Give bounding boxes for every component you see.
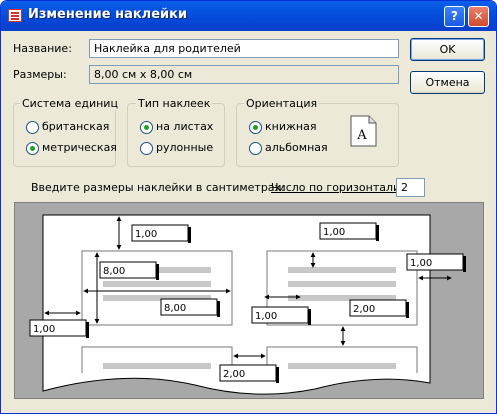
cancel-button[interactable]: Отмена — [410, 71, 485, 94]
svg-text:2,00: 2,00 — [353, 304, 375, 315]
radio-label: рулонные — [156, 141, 214, 154]
preview-diagram: 1,00 1,00 8,00 8,00 1,00 1,00 1,00 2,00 … — [29, 214, 466, 395]
radio-label: книжная — [265, 120, 317, 133]
radio-button-selected — [26, 142, 39, 155]
window-title: Изменение наклейки — [28, 7, 188, 22]
radio-label: альбомная — [265, 141, 328, 154]
name-label: Название: — [13, 42, 72, 55]
svg-text:8,00: 8,00 — [103, 266, 125, 277]
svg-text:1,00: 1,00 — [323, 227, 345, 238]
radio-label: британская — [42, 120, 110, 133]
radio-button-selected — [249, 121, 262, 134]
help-button[interactable]: ? — [444, 6, 465, 27]
label-type-group — [127, 103, 225, 167]
portrait-page-icon: A — [350, 115, 377, 147]
svg-text:2,00: 2,00 — [223, 369, 245, 380]
radio-button — [140, 142, 153, 155]
value-box-top-margin-right: 1,00 — [319, 222, 379, 241]
value-box-column-gap: 2,00 — [349, 299, 409, 318]
svg-text:1,00: 1,00 — [410, 258, 432, 269]
across-input[interactable]: 2 — [396, 178, 425, 197]
dialog-window: Изменение наклейки ? ✕ Название: Наклейк… — [0, 0, 497, 414]
size-display: 8,00 см x 8,00 см — [89, 65, 399, 84]
dimensions-prompt: Введите размеры наклейки в сантиметрах: — [31, 181, 285, 194]
label-type-group-title: Тип наклеек — [136, 97, 213, 110]
units-group-title: Система единиц — [20, 97, 120, 110]
app-icon — [8, 9, 22, 22]
radio-button — [26, 121, 39, 134]
close-button[interactable]: ✕ — [468, 6, 489, 27]
value-box-label-width: 8,00 — [160, 298, 220, 317]
radio-label: метрическая — [42, 141, 117, 154]
label-layout-preview: 1,00 1,00 8,00 8,00 1,00 1,00 1,00 2,00 … — [14, 202, 484, 399]
radio-button — [249, 142, 262, 155]
radio-label: на листах — [156, 120, 214, 133]
name-input[interactable]: Наклейка для родителей — [89, 39, 399, 58]
svg-text:8,00: 8,00 — [164, 303, 186, 314]
svg-text:1,00: 1,00 — [33, 324, 55, 335]
svg-text:1,00: 1,00 — [135, 229, 157, 240]
value-box-row-gap: 2,00 — [219, 364, 279, 383]
ok-button[interactable]: OK — [410, 38, 485, 61]
value-box-side-margin-left: 1,00 — [29, 319, 89, 338]
units-group — [13, 103, 116, 167]
orientation-group-title: Ориентация — [244, 97, 320, 110]
page-icon-letter: A — [356, 128, 367, 143]
size-label: Размеры: — [13, 68, 67, 81]
radio-button-selected — [140, 121, 153, 134]
value-box-label-height: 8,00 — [99, 261, 159, 280]
title-bar[interactable]: Изменение наклейки ? ✕ — [1, 1, 496, 31]
value-box-number-left: 1,00 — [251, 306, 311, 325]
value-box-top-margin: 1,00 — [131, 224, 191, 243]
across-label: Число по горизонтали: — [271, 181, 404, 194]
value-box-side-margin-right: 1,00 — [406, 253, 466, 272]
svg-text:1,00: 1,00 — [255, 311, 277, 322]
